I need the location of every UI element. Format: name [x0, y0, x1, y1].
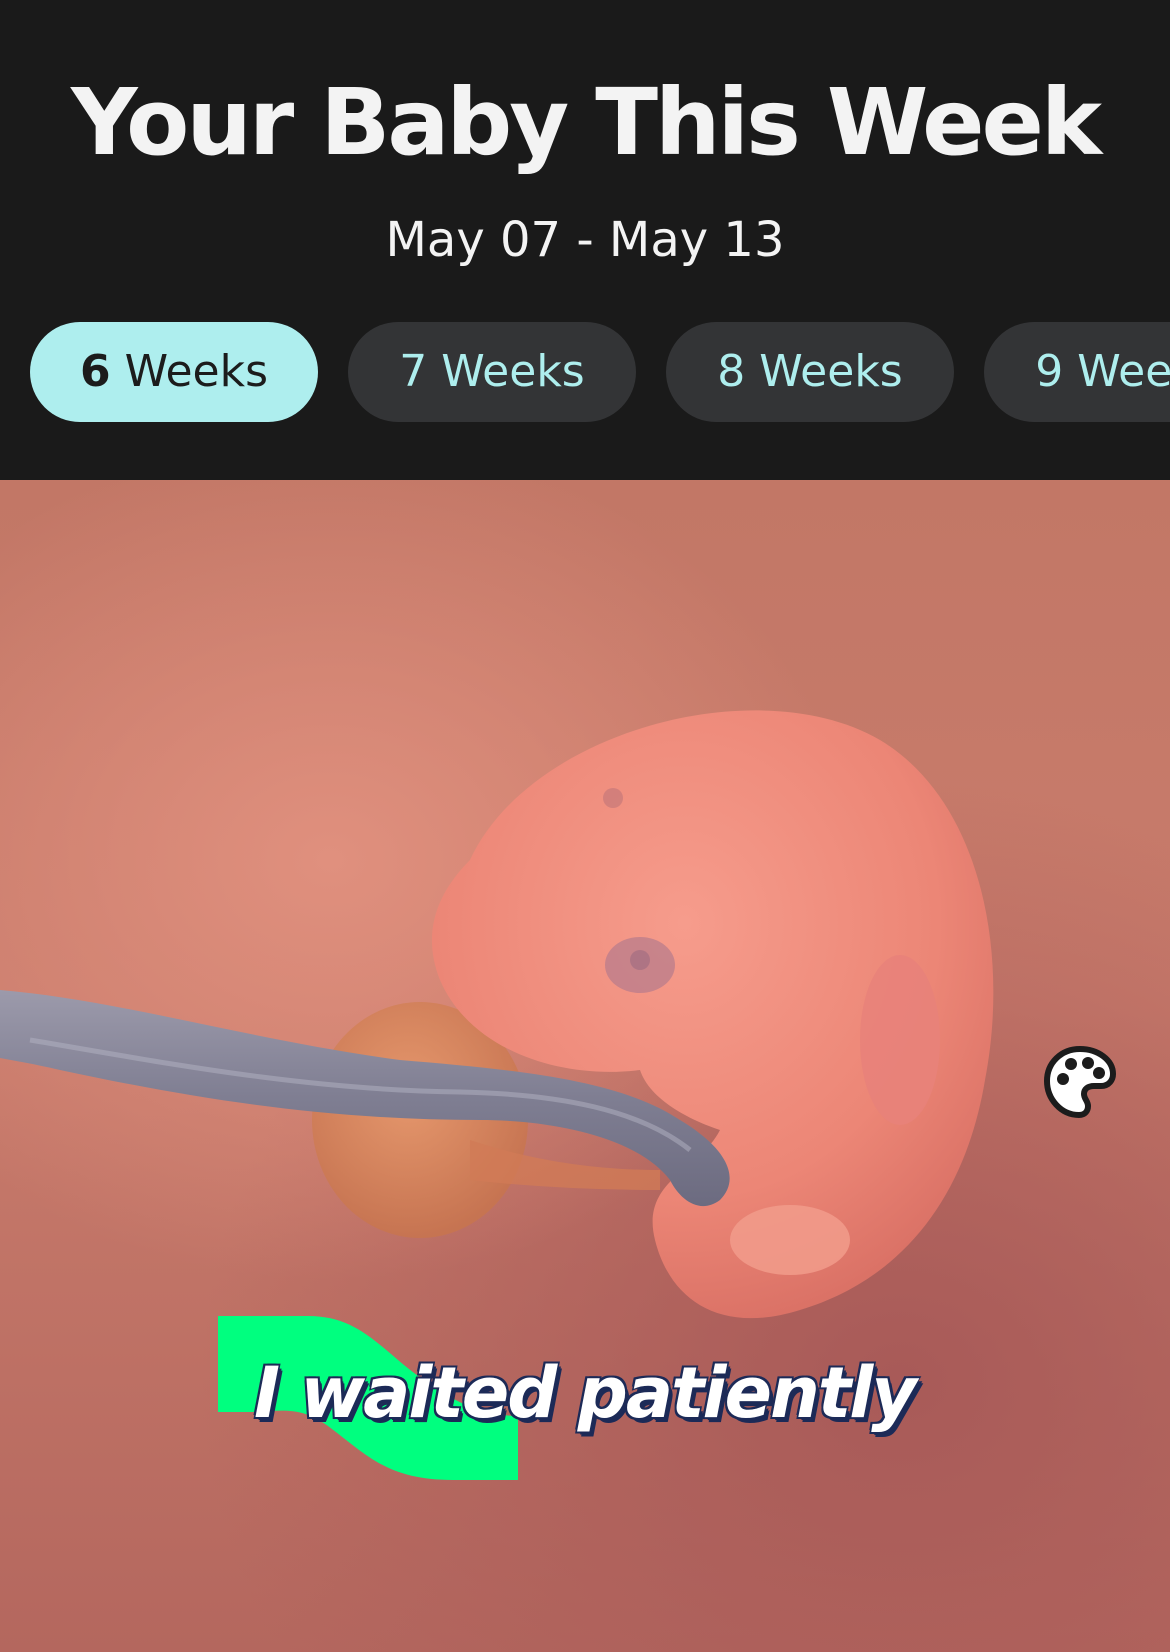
tab-number: 8	[717, 346, 746, 397]
tab-label: Weeks	[759, 346, 903, 397]
tab-label: Weeks	[1077, 346, 1170, 397]
palette-button[interactable]	[1043, 1045, 1117, 1119]
tab-9-weeks[interactable]: 9 Weeks	[984, 322, 1170, 422]
week-tabs: 6 Weeks 7 Weeks 8 Weeks 9 Weeks	[30, 322, 1170, 422]
tab-7-weeks[interactable]: 7 Weeks	[348, 322, 636, 422]
tab-label: Weeks	[124, 346, 269, 397]
palette-icon	[1043, 1045, 1117, 1119]
tab-6-weeks[interactable]: 6 Weeks	[30, 322, 318, 422]
page-title: Your Baby This Week	[70, 69, 1102, 176]
tab-number: 6	[79, 346, 111, 397]
tab-label: Weeks	[441, 346, 585, 397]
caption-text: I waited patiently	[254, 1352, 917, 1434]
tab-number: 9	[1035, 346, 1064, 397]
date-range: May 07 - May 13	[385, 212, 785, 268]
tab-8-weeks[interactable]: 8 Weeks	[666, 322, 954, 422]
header: Your Baby This Week May 07 - May 13 6 We…	[0, 0, 1170, 480]
tab-number: 7	[399, 346, 428, 397]
baby-video[interactable]: I waited patiently	[0, 480, 1170, 1652]
caption: I waited patiently	[218, 1310, 978, 1480]
